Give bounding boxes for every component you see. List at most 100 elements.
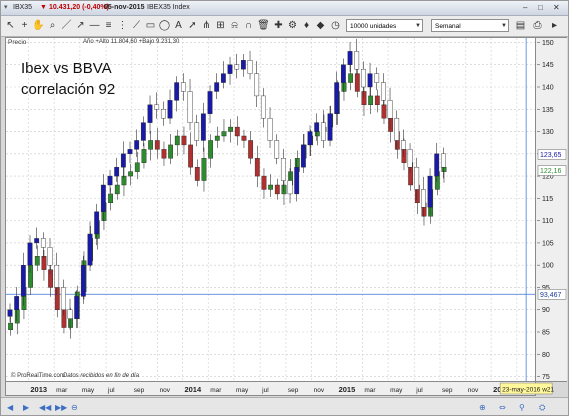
candle-body	[208, 140, 214, 159]
candle-body	[294, 166, 300, 195]
scroll-left-icon[interactable]: ◀	[7, 403, 14, 412]
bbva-candle	[348, 64, 354, 91]
ibex-candle	[334, 71, 340, 125]
candle-body	[427, 175, 433, 208]
candle-body	[141, 149, 147, 163]
candle-body	[120, 153, 126, 168]
ibex-candle	[234, 53, 240, 79]
candle-body	[160, 109, 166, 119]
bbva-candle	[268, 174, 274, 198]
bbva-candle	[248, 131, 254, 165]
y-tick-label: 145	[542, 62, 554, 69]
candle-body	[254, 158, 260, 177]
ibex-candle	[120, 141, 126, 179]
candle-body	[260, 95, 266, 119]
rewind-icon[interactable]: ◀◀	[39, 403, 52, 412]
y-tick-label: 140	[542, 85, 554, 92]
candle-body	[340, 64, 346, 83]
candle-body	[100, 184, 106, 212]
candle-body	[187, 91, 193, 123]
candle-body	[274, 184, 280, 195]
candle-body	[227, 64, 233, 74]
search-icon[interactable]: ⚲	[519, 403, 525, 412]
ibex-candle	[200, 102, 206, 152]
ibex-candle	[367, 62, 373, 97]
zoom-in-icon[interactable]: ⊕	[479, 403, 486, 412]
bbva-candle	[194, 159, 200, 187]
bbva-candle	[148, 131, 154, 161]
candle-body	[134, 140, 140, 150]
candle-body	[220, 73, 226, 83]
ibex-candle	[380, 73, 386, 107]
ibex-candle	[347, 42, 353, 73]
x-tick-label: jul	[261, 387, 269, 394]
candle-body	[221, 131, 227, 137]
x-tick-label: sep	[442, 387, 453, 394]
ibex-candle	[34, 227, 40, 249]
ibex-candle	[174, 76, 180, 112]
candle-body	[441, 166, 447, 172]
candle-body	[248, 140, 254, 159]
candle-body	[327, 113, 333, 141]
footer-note: Datos recibidos en fin de día	[63, 373, 140, 379]
y-tick-label: 90	[542, 307, 550, 314]
candle-body	[440, 153, 446, 168]
x-tick-label: 2013	[30, 385, 47, 394]
zoom-out-icon[interactable]: ⊖	[71, 403, 78, 412]
bbva-candle	[221, 119, 227, 142]
x-tick-label: mar	[364, 387, 376, 394]
ibex-candle	[87, 221, 93, 271]
x-tick-label: 2014	[184, 385, 202, 394]
candle-body	[347, 51, 353, 65]
candle-body	[41, 256, 47, 270]
candle-body	[61, 309, 67, 328]
y-tick-label: 75	[542, 374, 550, 381]
bbva-candle	[114, 175, 120, 200]
ibex-candle	[434, 142, 440, 182]
forward-icon[interactable]: ▶▶	[55, 403, 68, 412]
candle-body	[188, 144, 194, 168]
candle-body	[200, 113, 206, 141]
candle-body	[334, 82, 340, 114]
candle-body	[234, 126, 240, 137]
x-tick-label: jul	[107, 387, 115, 394]
footer-brand: © ProRealTime.com	[11, 373, 65, 379]
bbva-candle	[8, 316, 14, 336]
candle-body	[34, 238, 40, 244]
ibex-candle	[167, 89, 173, 124]
y-tick-label: 115	[542, 196, 553, 203]
cursor-date-label: 23-may-2016 w21	[502, 387, 554, 394]
candle-body	[368, 95, 374, 106]
y-tick-label: 130	[542, 129, 554, 136]
fit-icon[interactable]: ⇔	[499, 403, 506, 412]
candle-body	[47, 247, 53, 266]
bbva-candle	[234, 116, 240, 146]
x-tick-label: mar	[56, 387, 68, 394]
annotation-title[interactable]: Ibex vs BBVA	[21, 60, 112, 77]
scroll-right-icon[interactable]: ▶	[23, 403, 30, 412]
candle-body	[374, 95, 380, 106]
ibex-candle	[194, 114, 200, 147]
bbva-candle	[161, 141, 167, 166]
ibex-candle	[7, 303, 13, 323]
x-tick-label: mar	[210, 387, 222, 394]
config-icon[interactable]: ⛭	[539, 403, 546, 412]
candle-body	[374, 73, 380, 83]
candle-body	[434, 153, 440, 177]
candle-body	[40, 238, 46, 248]
candle-body	[274, 140, 280, 159]
candle-body	[20, 264, 26, 297]
ibex-candle	[247, 50, 253, 80]
candle-body	[108, 193, 114, 204]
ibex-candle	[267, 107, 273, 149]
bbva-candle	[368, 84, 374, 115]
ibex-last-label: 123,65	[540, 152, 562, 159]
candle-body	[314, 122, 320, 132]
x-tick-label: may	[82, 387, 95, 394]
ibex-candle	[314, 113, 320, 141]
annotation-correlation[interactable]: correlación 92	[21, 81, 115, 98]
candle-body	[381, 104, 387, 119]
ibex-candle	[260, 88, 266, 128]
candle-body	[148, 140, 154, 150]
ibex-candle	[354, 38, 360, 75]
